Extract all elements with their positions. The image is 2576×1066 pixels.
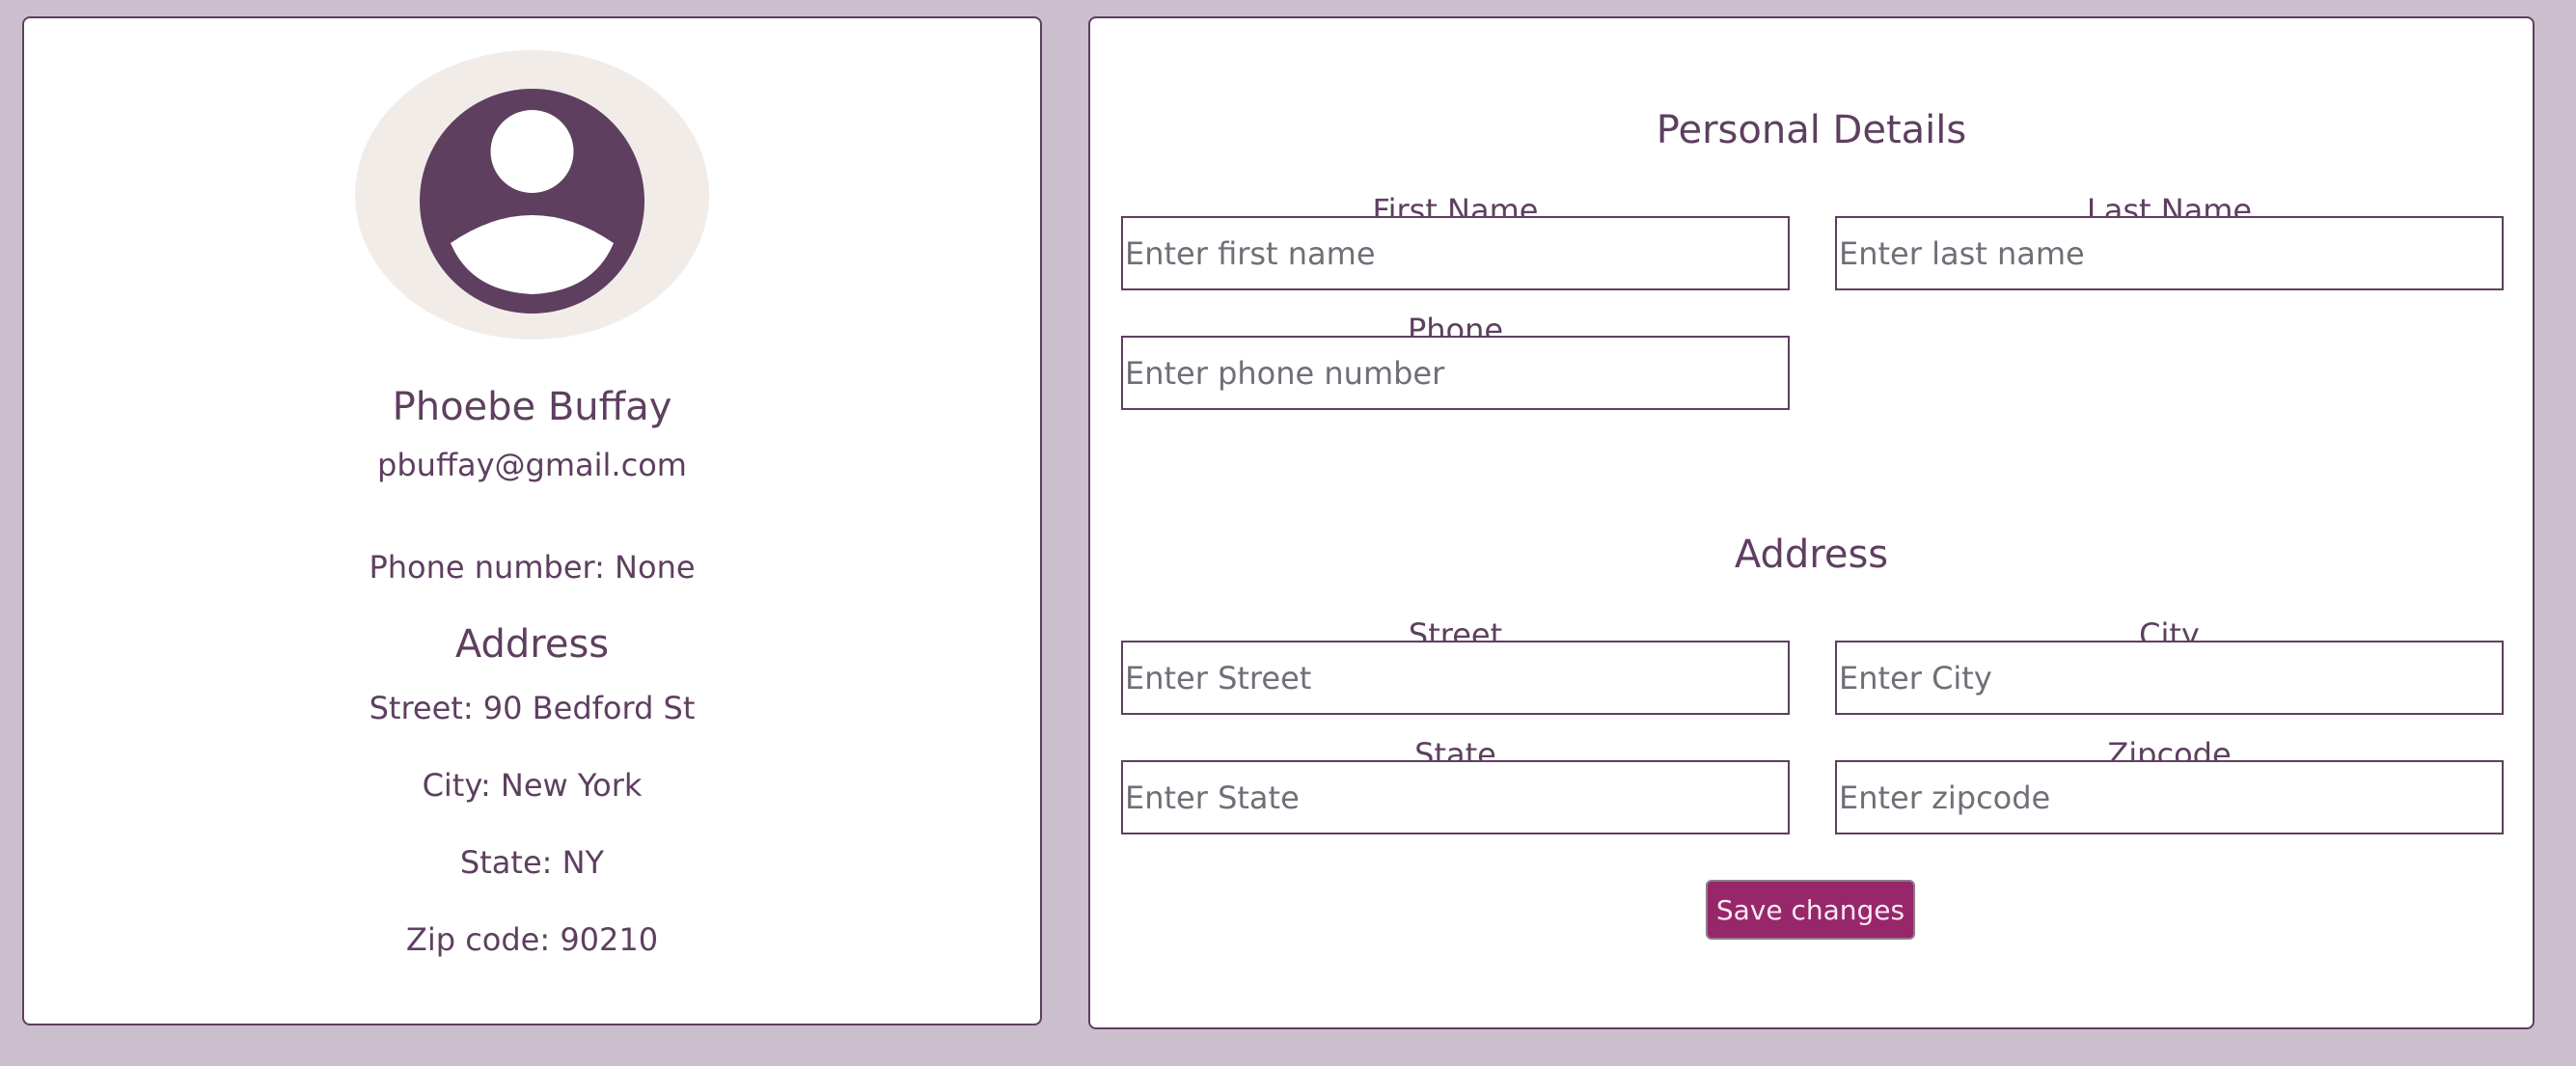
profile-email: pbuffay@gmail.com: [377, 447, 687, 483]
user-avatar-icon: [420, 89, 644, 314]
profile-street: Street: 90 Bedford St: [369, 690, 696, 726]
profile-zip: Zip code: 90210: [405, 921, 659, 958]
city-input[interactable]: [1835, 641, 2504, 715]
edit-profile-form: Personal Details First Name Last Name Ph…: [1088, 16, 2535, 1029]
profile-address-heading: Address: [454, 622, 610, 667]
street-input[interactable]: [1121, 641, 1790, 715]
save-changes-button[interactable]: Save changes: [1706, 880, 1915, 940]
profile-name: Phoebe Buffay: [392, 385, 672, 429]
profile-card: Phoebe Buffay pbuffay@gmail.com Phone nu…: [22, 16, 1042, 1025]
last-name-input[interactable]: [1835, 216, 2504, 290]
zipcode-input[interactable]: [1835, 760, 2504, 834]
profile-state: State: NY: [459, 844, 605, 881]
profile-phone: Phone number: None: [369, 549, 696, 586]
first-name-input[interactable]: [1121, 216, 1790, 290]
personal-details-heading: Personal Details: [1656, 108, 1967, 152]
state-input[interactable]: [1121, 760, 1790, 834]
profile-city: City: New York: [422, 767, 643, 804]
address-heading: Address: [1734, 533, 1889, 577]
phone-input[interactable]: [1121, 336, 1790, 410]
